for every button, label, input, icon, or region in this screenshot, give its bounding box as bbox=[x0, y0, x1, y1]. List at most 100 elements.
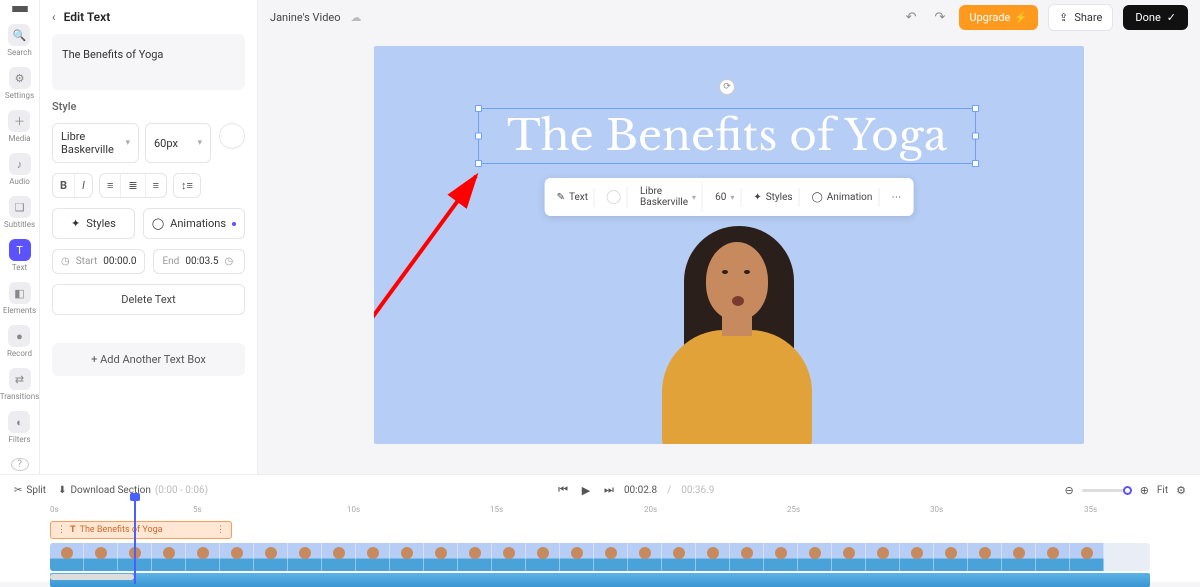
rotate-handle[interactable]: ⟳ bbox=[719, 79, 735, 95]
rail-filters[interactable]: ◐Filters bbox=[8, 409, 30, 446]
italic-button[interactable]: I bbox=[75, 174, 92, 197]
fb-font-select[interactable]: Libre Baskerville▾ bbox=[634, 182, 703, 212]
rail-search[interactable]: 🔍Search bbox=[7, 22, 32, 59]
elements-icon: ◧ bbox=[9, 282, 31, 304]
fb-more-button[interactable]: ⋯ bbox=[885, 188, 907, 207]
search-icon: 🔍 bbox=[8, 24, 30, 46]
play-button[interactable]: ▶ bbox=[578, 482, 594, 498]
align-center-button[interactable]: ≣ bbox=[121, 174, 145, 197]
text-input[interactable]: The Benefits of Yoga bbox=[52, 34, 245, 90]
pencil-icon: ✎ bbox=[557, 192, 565, 203]
resize-handle[interactable] bbox=[475, 160, 482, 167]
animations-button[interactable]: ◯Animations bbox=[143, 208, 245, 239]
color-swatch[interactable] bbox=[219, 123, 245, 149]
undo-button[interactable]: ↶ bbox=[902, 10, 921, 25]
fb-animation-button[interactable]: ◯Animation bbox=[806, 188, 880, 207]
subtitles-icon: ❏ bbox=[9, 196, 31, 218]
fit-button[interactable]: Fit bbox=[1157, 485, 1168, 496]
rail-audio[interactable]: ♪Audio bbox=[9, 151, 31, 188]
timeline[interactable]: ⋮TThe Benefits of Yoga⋮ bbox=[50, 521, 1150, 582]
font-select[interactable]: Libre Baskerville▾ bbox=[52, 123, 139, 163]
line-spacing-button[interactable]: ↕≡ bbox=[174, 174, 200, 197]
text-icon: T bbox=[70, 525, 76, 535]
done-button[interactable]: Done✓ bbox=[1123, 5, 1188, 30]
chevron-down-icon: ▾ bbox=[692, 193, 696, 202]
sparkle-icon: ✦ bbox=[71, 217, 80, 230]
chevron-down-icon: ▾ bbox=[730, 193, 734, 202]
style-heading: Style bbox=[52, 100, 245, 113]
help-icon[interactable]: ? bbox=[11, 458, 29, 471]
record-icon: ● bbox=[8, 325, 30, 347]
video-track[interactable] bbox=[50, 543, 1150, 571]
color-swatch-icon bbox=[607, 190, 621, 204]
audio-track[interactable] bbox=[50, 573, 1150, 587]
resize-handle[interactable] bbox=[972, 105, 979, 112]
zoom-slider[interactable] bbox=[1082, 489, 1132, 492]
clock-icon: ◷ bbox=[61, 256, 70, 267]
animation-icon: ◯ bbox=[152, 217, 164, 230]
resize-handle[interactable] bbox=[972, 133, 979, 140]
end-time-input[interactable]: End00:03.5◷ bbox=[153, 249, 245, 274]
gear-icon: ⚙ bbox=[9, 67, 31, 89]
text-selection-box[interactable]: ⟳ The Benefits of Yoga bbox=[478, 108, 976, 164]
size-select[interactable]: 60px▾ bbox=[145, 123, 211, 163]
canvas-title-text[interactable]: The Benefits of Yoga bbox=[507, 110, 947, 162]
fb-styles-button[interactable]: ✦Styles bbox=[747, 188, 799, 207]
resize-handle[interactable] bbox=[475, 133, 482, 140]
bold-button[interactable]: B bbox=[53, 174, 75, 197]
rail-elements[interactable]: ◧Elements bbox=[3, 280, 36, 317]
redo-button[interactable]: ↷ bbox=[930, 10, 949, 25]
add-text-box-button[interactable]: + Add Another Text Box bbox=[52, 343, 245, 376]
styles-button[interactable]: ✦Styles bbox=[52, 208, 135, 239]
stage: Janine's Video ☁ ↶ ↷ Upgrade⚡ ⇪Share Don… bbox=[258, 0, 1200, 474]
project-title[interactable]: Janine's Video bbox=[270, 11, 341, 24]
timeline-ruler: 0s 5s 10s 15s 20s 25s 30s 35s bbox=[50, 505, 1150, 521]
zoom-in-button[interactable]: ⊕ bbox=[1140, 484, 1149, 497]
rail-record[interactable]: ●Record bbox=[7, 323, 32, 360]
bolt-icon: ⚡ bbox=[1014, 11, 1028, 24]
fb-color-button[interactable] bbox=[601, 186, 628, 208]
rewind-button[interactable]: ⏮ bbox=[558, 483, 568, 497]
rail-transitions[interactable]: ⇄Transitions bbox=[0, 366, 39, 403]
fb-text-button[interactable]: ✎Text bbox=[551, 188, 595, 207]
align-right-button[interactable]: ≡ bbox=[146, 174, 166, 197]
text-clip[interactable]: ⋮TThe Benefits of Yoga⋮ bbox=[50, 521, 232, 539]
cloud-icon: ☁ bbox=[351, 11, 362, 24]
align-left-button[interactable]: ≡ bbox=[100, 174, 121, 197]
start-time-input[interactable]: ◷Start00:00.0 bbox=[52, 249, 145, 274]
download-icon: ⬇ bbox=[58, 485, 66, 496]
timeline-scrollbar[interactable] bbox=[50, 574, 134, 580]
fb-size-select[interactable]: 60▾ bbox=[709, 188, 741, 207]
topbar: Janine's Video ☁ ↶ ↷ Upgrade⚡ ⇪Share Don… bbox=[258, 0, 1200, 34]
annotation-arrow bbox=[374, 156, 496, 336]
clip-handle-icon[interactable]: ⋮ bbox=[216, 525, 225, 535]
sparkle-icon: ✦ bbox=[753, 192, 761, 203]
total-time: 00:36.9 bbox=[681, 485, 714, 496]
rail-media[interactable]: ＋Media bbox=[8, 108, 30, 145]
upgrade-button[interactable]: Upgrade⚡ bbox=[959, 5, 1038, 30]
clip-handle-icon[interactable]: ⋮ bbox=[57, 525, 66, 535]
timeline-area: ✂Split ⬇Download Section(0:00 - 0:06) ⏮ … bbox=[0, 474, 1200, 582]
back-icon[interactable]: ‹ bbox=[52, 10, 56, 24]
transitions-icon: ⇄ bbox=[9, 368, 31, 390]
resize-handle[interactable] bbox=[972, 160, 979, 167]
menu-icon[interactable] bbox=[12, 6, 28, 12]
delete-text-button[interactable]: Delete Text bbox=[52, 284, 245, 315]
current-time: 00:02.8 bbox=[624, 485, 657, 496]
zoom-out-button[interactable]: ⊖ bbox=[1064, 484, 1073, 497]
rail-settings[interactable]: ⚙Settings bbox=[5, 65, 34, 102]
text-icon: T bbox=[9, 239, 31, 261]
split-button[interactable]: ✂Split bbox=[14, 485, 46, 496]
spacing-group: ↕≡ bbox=[173, 173, 201, 198]
video-canvas[interactable]: ⟳ The Benefits of Yoga ✎Text Libre Baske… bbox=[374, 46, 1084, 444]
rail-text[interactable]: TText bbox=[9, 237, 31, 274]
share-button[interactable]: ⇪Share bbox=[1048, 4, 1113, 31]
settings-icon[interactable]: ⚙ bbox=[1176, 484, 1186, 497]
playhead[interactable] bbox=[134, 499, 136, 584]
more-icon: ⋯ bbox=[891, 192, 901, 203]
share-icon: ⇪ bbox=[1059, 11, 1068, 24]
resize-handle[interactable] bbox=[475, 105, 482, 112]
forward-button[interactable]: ⏭ bbox=[604, 483, 614, 497]
scissors-icon: ✂ bbox=[14, 485, 22, 496]
rail-subtitles[interactable]: ❏Subtitles bbox=[4, 194, 35, 231]
